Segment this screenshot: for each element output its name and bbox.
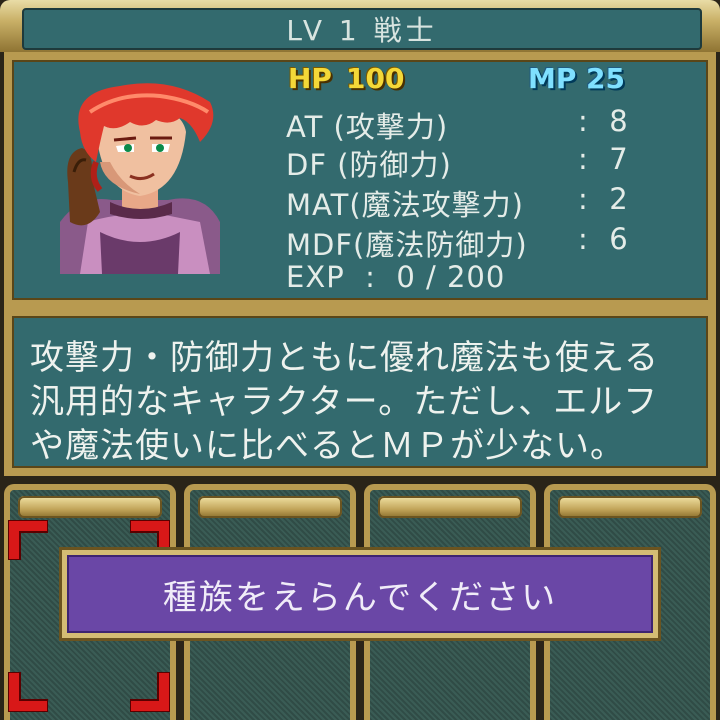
exp-line: EXP : 0 / 200 <box>286 260 506 294</box>
slot-cap <box>198 496 342 518</box>
stat-mdf-label: MDF(魔法防御力) <box>286 228 528 262</box>
stat-mat-value: : 2 <box>578 182 629 216</box>
stat-df-label: DF (防御力) <box>286 148 452 182</box>
stat-mat-label: MAT(魔法攻撃力) <box>286 188 524 222</box>
title-bar: LV 1 戦士 <box>0 0 720 52</box>
slot-cap <box>378 496 522 518</box>
cursor-corner-icon <box>130 672 170 712</box>
description-line: 攻撃力・防御力ともに優れ魔法も使える <box>30 338 659 378</box>
hp-value: 100 <box>346 62 405 95</box>
mp-value: 25 <box>586 62 625 95</box>
description-line: や魔法使いに比べるとＭＰが少ない。 <box>30 426 625 466</box>
character-class-title: LV 1 戦士 <box>22 8 702 50</box>
cursor-corner-icon <box>8 672 48 712</box>
race-select-prompt: 種族をえらんでください <box>62 550 658 638</box>
stat-at-value: : 8 <box>578 104 629 138</box>
mp-label: MP <box>528 62 577 95</box>
stat-mdf-value: : 6 <box>578 222 629 256</box>
stat-at-label: AT (攻撃力) <box>286 110 449 144</box>
character-portrait <box>60 82 220 274</box>
slot-cap <box>558 496 702 518</box>
stat-df-value: : 7 <box>578 142 629 176</box>
cursor-corner-icon <box>8 520 48 560</box>
description-line: 汎用的なキャラクター。ただし、エルフ <box>30 382 659 422</box>
hp-label: HP <box>288 62 332 95</box>
slot-cap <box>18 496 162 518</box>
